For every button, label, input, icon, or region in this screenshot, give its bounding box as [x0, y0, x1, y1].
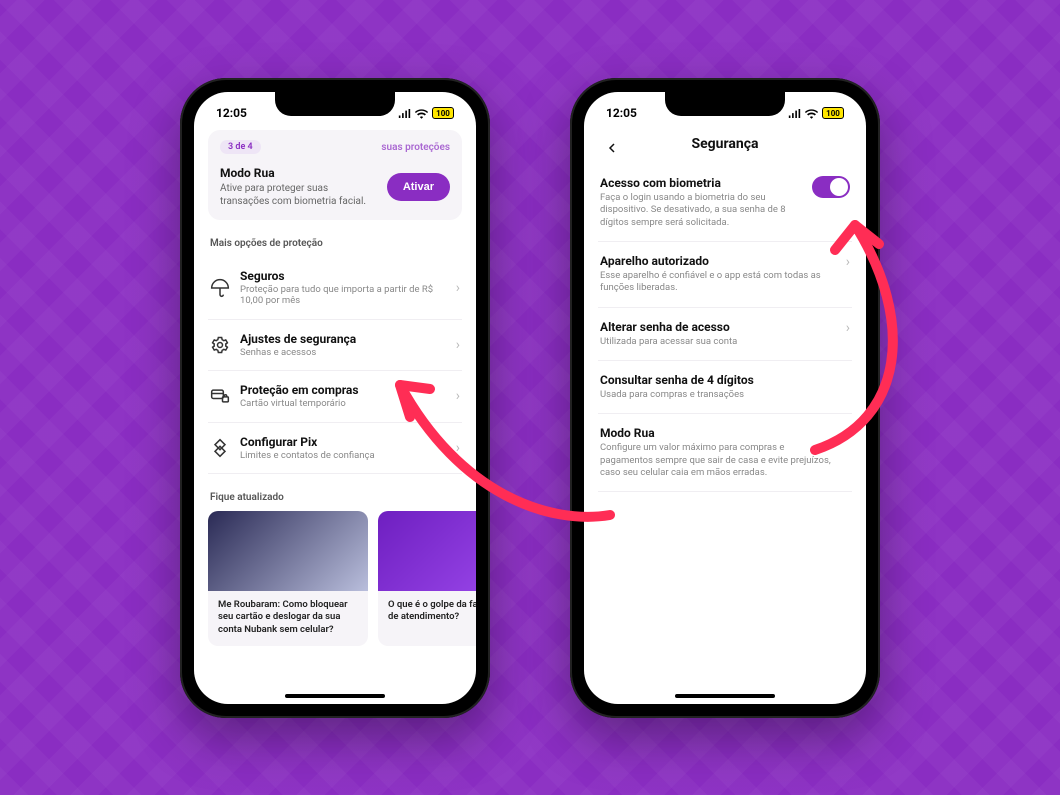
battery-icon: 100 — [432, 107, 454, 119]
option-title: Proteção em compras — [240, 383, 446, 397]
sec-desc: Esse aparelho é confiável e o app está c… — [600, 270, 836, 295]
section-news-label: Fique atualizado — [210, 492, 460, 503]
home-indicator — [285, 694, 385, 698]
option-sub: Cartão virtual temporário — [240, 398, 446, 409]
protection-card: 3 de 4 suas proteções Modo Rua Ative par… — [208, 130, 462, 220]
biometria-toggle[interactable] — [812, 176, 850, 198]
screen-right: 12:05 100 Segurança — [584, 92, 866, 704]
modo-rua-desc: Ative para proteger suas transações com … — [220, 182, 379, 208]
protection-subtitle: suas proteções — [381, 142, 450, 153]
option-title: Seguros — [240, 269, 446, 283]
options-list: Seguros Proteção para tudo que importa a… — [208, 257, 462, 474]
pix-icon — [210, 438, 230, 458]
news-title: O que é o golpe da falsa central de aten… — [378, 591, 476, 634]
sec-title: Acesso com biometria — [600, 176, 802, 190]
signal-icon — [398, 108, 411, 118]
phone-left: 12:05 100 3 de 4 suas proteções — [180, 78, 490, 718]
chevron-right-icon: › — [456, 388, 460, 404]
news-title: Me Roubaram: Como bloquear seu cartão e … — [208, 591, 368, 646]
status-time: 12:05 — [606, 106, 637, 120]
page-header: Segurança — [598, 128, 852, 164]
step-badge: 3 de 4 — [220, 140, 261, 154]
news-row: Me Roubaram: Como bloquear seu cartão e … — [208, 511, 462, 646]
news-image — [378, 511, 476, 591]
news-card-2[interactable]: O que é o golpe da falsa central de aten… — [378, 511, 476, 646]
option-configurar-pix[interactable]: Configurar Pix Limites e contatos de con… — [208, 423, 462, 474]
back-button[interactable] — [600, 136, 624, 160]
gear-icon — [210, 335, 230, 355]
sec-title: Aparelho autorizado — [600, 254, 836, 268]
screen-left: 12:05 100 3 de 4 suas proteções — [194, 92, 476, 704]
option-protecao-compras[interactable]: Proteção em compras Cartão virtual tempo… — [208, 371, 462, 422]
card-lock-icon — [210, 386, 230, 406]
sec-desc: Usada para compras e transações — [600, 389, 850, 401]
news-card-1[interactable]: Me Roubaram: Como bloquear seu cartão e … — [208, 511, 368, 646]
battery-icon: 100 — [822, 107, 844, 119]
option-seguros[interactable]: Seguros Proteção para tudo que importa a… — [208, 257, 462, 320]
umbrella-icon — [210, 278, 230, 298]
sec-item-biometria[interactable]: Acesso com biometria Faça o login usando… — [598, 164, 852, 242]
wifi-icon — [415, 108, 428, 118]
wifi-icon — [805, 108, 818, 118]
option-sub: Proteção para tudo que importa a partir … — [240, 284, 446, 307]
chevron-right-icon: › — [456, 280, 460, 296]
chevron-right-icon: › — [456, 440, 460, 456]
signal-icon — [788, 108, 801, 118]
option-title: Configurar Pix — [240, 435, 446, 449]
sec-desc: Utilizada para acessar sua conta — [600, 336, 836, 348]
news-image — [208, 511, 368, 591]
option-sub: Senhas e acessos — [240, 347, 446, 358]
sec-desc: Faça o login usando a biometria do seu d… — [600, 192, 802, 229]
home-indicator — [675, 694, 775, 698]
sec-title: Alterar senha de acesso — [600, 320, 836, 334]
modo-rua-title: Modo Rua — [220, 166, 379, 180]
notch — [275, 92, 395, 116]
sec-title: Consultar senha de 4 dígitos — [600, 373, 850, 387]
phone-right: 12:05 100 Segurança — [570, 78, 880, 718]
notch — [665, 92, 785, 116]
status-time: 12:05 — [216, 106, 247, 120]
option-title: Ajustes de segurança — [240, 332, 446, 346]
sec-item-aparelho[interactable]: Aparelho autorizado Esse aparelho é conf… — [598, 242, 852, 308]
chevron-right-icon: › — [846, 254, 850, 270]
option-sub: Limites e contatos de confiança — [240, 450, 446, 461]
section-more-label: Mais opções de proteção — [210, 238, 460, 249]
sec-title: Modo Rua — [600, 426, 836, 440]
sec-item-alterar-senha[interactable]: Alterar senha de acesso Utilizada para a… — [598, 308, 852, 361]
chevron-right-icon: › — [846, 426, 850, 442]
sec-item-senha-4dig[interactable]: Consultar senha de 4 dígitos Usada para … — [598, 361, 852, 414]
sec-desc: Configure um valor máximo para compras e… — [600, 442, 836, 479]
ativar-button[interactable]: Ativar — [387, 173, 450, 201]
chevron-right-icon: › — [846, 320, 850, 336]
chevron-right-icon: › — [456, 337, 460, 353]
sec-item-modo-rua[interactable]: Modo Rua Configure um valor máximo para … — [598, 414, 852, 492]
page-title: Segurança — [691, 136, 758, 152]
option-ajustes-seguranca[interactable]: Ajustes de segurança Senhas e acessos › — [208, 320, 462, 371]
